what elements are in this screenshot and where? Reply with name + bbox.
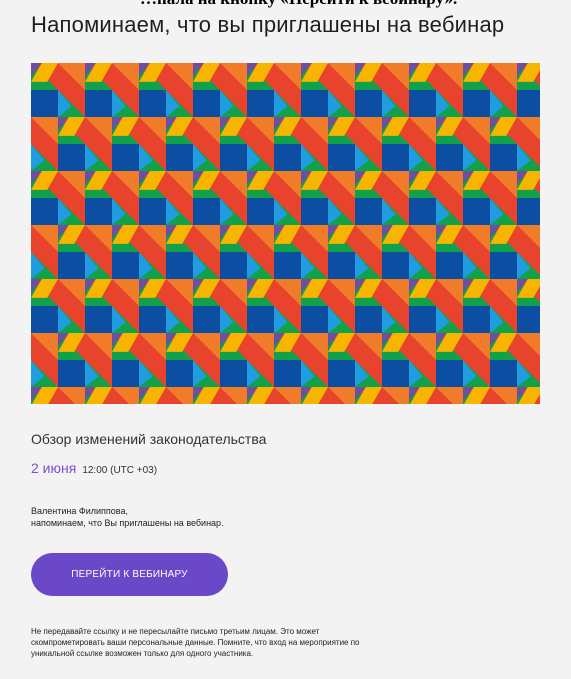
tile-blue — [436, 252, 463, 279]
greeting-message: напоминаем, что Вы приглашены на вебинар… — [31, 518, 224, 528]
tile-blue — [382, 360, 409, 387]
tile-blue — [58, 252, 85, 279]
tile-blue — [328, 144, 355, 171]
tile-blue — [247, 306, 274, 333]
tile-blue — [58, 144, 85, 171]
tile-blue — [112, 252, 139, 279]
tile-blue — [85, 306, 112, 333]
tile-blue — [220, 144, 247, 171]
recipient-name: Валентина Филиппова, — [31, 506, 128, 516]
tile-blue — [409, 306, 436, 333]
tile-blue — [85, 198, 112, 225]
tile-blue — [58, 360, 85, 387]
tile-blue — [166, 252, 193, 279]
tile-blue — [436, 360, 463, 387]
tile-blue — [166, 144, 193, 171]
tile-blue — [409, 90, 436, 117]
tile-blue — [166, 360, 193, 387]
tile-blue — [85, 90, 112, 117]
tile-blue — [301, 90, 328, 117]
tile-blue — [355, 198, 382, 225]
tile-blue — [274, 360, 301, 387]
event-datetime: 2 июня 12:00 (UTC +03) — [31, 460, 157, 478]
event-date: 2 июня — [31, 460, 77, 476]
tile-blue — [247, 90, 274, 117]
tile-blue — [328, 360, 355, 387]
greeting: Валентина Филиппова, напоминаем, что Вы … — [31, 505, 224, 529]
tile-blue — [355, 306, 382, 333]
tile-blue — [517, 198, 540, 225]
join-webinar-button[interactable]: ПЕРЕЙТИ К ВЕБИНАРУ — [31, 553, 228, 596]
tile-blue — [436, 144, 463, 171]
tile-blue — [139, 306, 166, 333]
tile-blue — [301, 306, 328, 333]
disclaimer-line: Не передавайте ссылку и не пересылайте п… — [31, 627, 320, 636]
tile-blue — [463, 198, 490, 225]
tile-blue — [193, 306, 220, 333]
tile-blue — [112, 144, 139, 171]
tile-blue — [382, 144, 409, 171]
tile-blue — [409, 198, 436, 225]
cutoff-text: …пала на кнопку «Перейти к вебинару». — [140, 0, 457, 8]
tile-blue — [517, 306, 540, 333]
page-title: Напоминаем, что вы приглашены на вебинар — [31, 12, 505, 37]
tile-blue — [112, 360, 139, 387]
cutoff-text-strip: …пала на кнопку «Перейти к вебинару». — [0, 0, 571, 8]
tile-blue — [490, 252, 517, 279]
tile-blue — [193, 90, 220, 117]
tile-blue — [328, 252, 355, 279]
tile-blue — [139, 198, 166, 225]
tile-blue — [139, 90, 166, 117]
tile-blue — [301, 198, 328, 225]
tile-blue — [355, 90, 382, 117]
tile-blue — [490, 144, 517, 171]
event-title: Обзор изменений законодательства — [31, 431, 267, 447]
tile-blue — [31, 198, 58, 225]
event-time: 12:00 (UTC +03) — [82, 465, 158, 476]
tile-blue — [463, 306, 490, 333]
tile-blue — [31, 90, 58, 117]
disclaimer-line: скомпрометировать ваши персональные данн… — [31, 638, 360, 647]
tile-blue — [382, 252, 409, 279]
banner-pattern — [31, 63, 540, 404]
tile-blue — [274, 252, 301, 279]
invitation-card: Обзор изменений законодательства 2 июня 1… — [31, 404, 540, 679]
webinar-banner — [31, 63, 540, 404]
tile-blue — [247, 198, 274, 225]
tile-blue — [490, 360, 517, 387]
tile-blue — [274, 144, 301, 171]
tile-blue — [463, 90, 490, 117]
disclaimer: Не передавайте ссылку и не пересылайте п… — [31, 626, 501, 659]
tile-blue — [517, 90, 540, 117]
disclaimer-line: уникальной ссылке возможен только для од… — [31, 649, 254, 658]
tile-blue — [31, 306, 58, 333]
tile-blue — [220, 360, 247, 387]
tile-blue — [220, 252, 247, 279]
tile-blue — [193, 198, 220, 225]
